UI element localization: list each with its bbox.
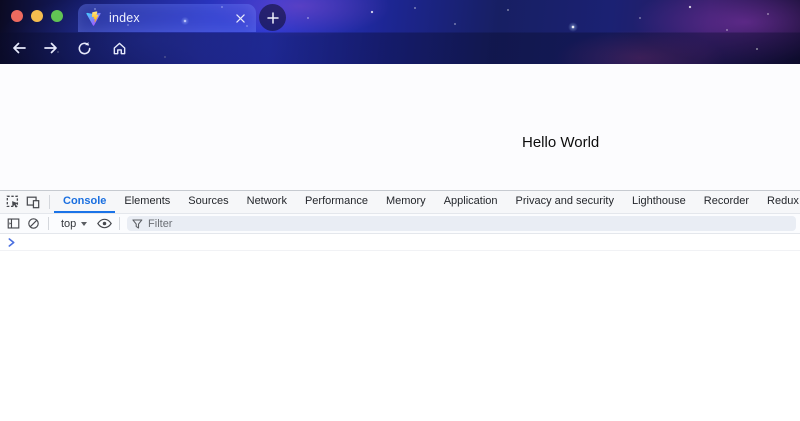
console-filter-field[interactable] — [127, 216, 796, 231]
divider — [49, 195, 50, 209]
new-tab-button[interactable] — [259, 4, 286, 31]
window-close-button[interactable] — [11, 10, 23, 22]
browser-chrome: index — [0, 0, 800, 64]
clear-console-icon[interactable] — [23, 215, 43, 233]
tab-memory[interactable]: Memory — [377, 191, 435, 213]
page-content: Hello World — [0, 64, 800, 190]
inspect-element-icon[interactable] — [3, 192, 23, 212]
funnel-filter-icon — [132, 219, 143, 229]
tab-network[interactable]: Network — [238, 191, 296, 213]
console-prompt[interactable] — [0, 234, 800, 251]
tab-recorder[interactable]: Recorder — [695, 191, 758, 213]
reload-button[interactable] — [71, 35, 97, 61]
devtools-tab-bar: ConsoleElementsSourcesNetworkPerformance… — [0, 191, 800, 214]
console-toolbar: top — [0, 214, 800, 234]
tab-strip: index — [0, 0, 800, 32]
context-label: top — [61, 218, 76, 230]
javascript-context-dropdown[interactable]: top — [54, 218, 94, 230]
window-minimize-button[interactable] — [31, 10, 43, 22]
tab-elements[interactable]: Elements — [115, 191, 179, 213]
tab-performance[interactable]: Performance — [296, 191, 377, 213]
window-controls — [11, 10, 63, 22]
chevron-down-icon — [81, 222, 87, 226]
tab-close-icon[interactable] — [232, 10, 248, 26]
divider — [48, 217, 49, 230]
browser-window: index — [0, 0, 800, 421]
tab-privacy-and-security[interactable]: Privacy and security — [507, 191, 623, 213]
devtools-panel: ConsoleElementsSourcesNetworkPerformance… — [0, 190, 800, 421]
devtools-tabs: ConsoleElementsSourcesNetworkPerformance… — [54, 191, 800, 213]
live-expression-eye-icon[interactable] — [94, 215, 114, 233]
tab-application[interactable]: Application — [435, 191, 507, 213]
divider — [119, 217, 120, 230]
tab-console[interactable]: Console — [54, 191, 115, 213]
window-zoom-button[interactable] — [51, 10, 63, 22]
filter-input[interactable] — [148, 218, 791, 230]
browser-tab[interactable]: index — [78, 4, 256, 32]
page-text: Hello World — [522, 134, 599, 151]
home-button[interactable] — [106, 35, 132, 61]
tab-lighthouse[interactable]: Lighthouse — [623, 191, 695, 213]
console-prompt-chevron-icon — [8, 238, 15, 247]
back-button[interactable] — [6, 35, 32, 61]
tab-sources[interactable]: Sources — [179, 191, 237, 213]
vite-favicon-icon — [86, 11, 101, 26]
console-sidebar-icon[interactable] — [3, 215, 23, 233]
forward-button[interactable] — [38, 35, 64, 61]
plus-icon — [267, 12, 279, 24]
device-toolbar-icon[interactable] — [23, 192, 43, 212]
tab-redux[interactable]: Redux — [758, 191, 800, 213]
navigation-bar: localhost:3000/index G — [0, 32, 800, 64]
tab-title: index — [109, 11, 232, 25]
